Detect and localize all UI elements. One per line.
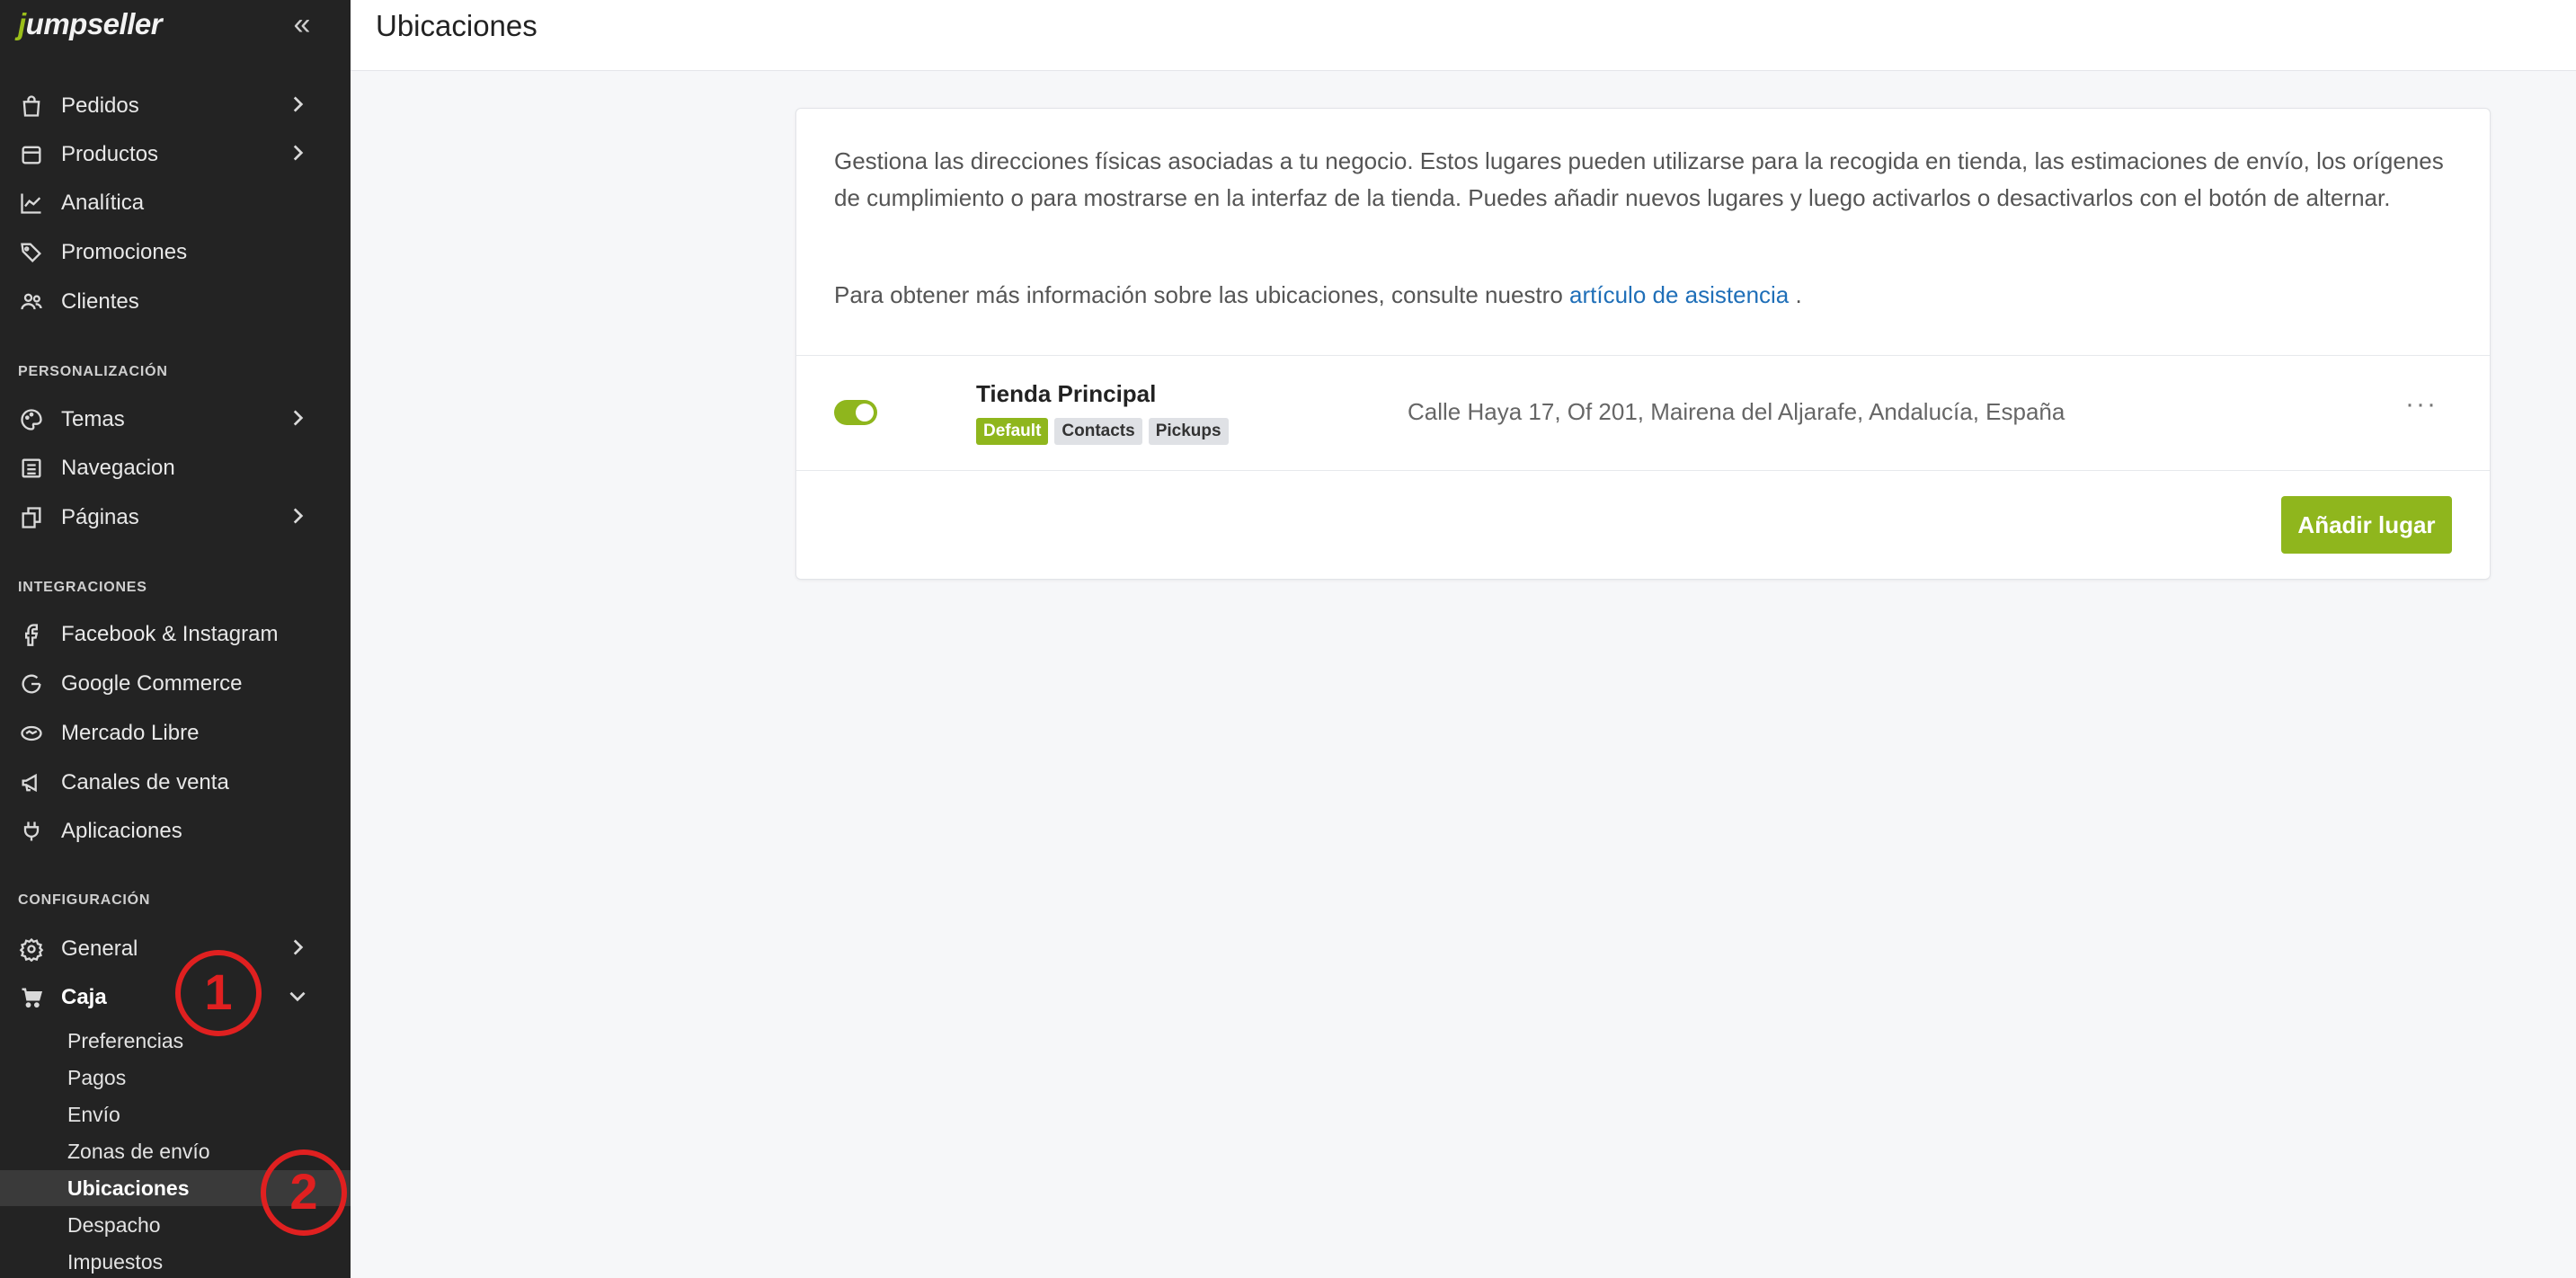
users-icon [18,288,45,315]
sidebar-item-paginas[interactable]: Páginas [0,494,351,541]
gear-icon [18,936,45,963]
double-chevron-left-icon[interactable]: « [286,9,318,43]
sidebar-item-label: Google Commerce [61,671,243,696]
tag-default: Default [976,418,1049,445]
section-title-configuracion: CONFIGURACIÓN [18,892,151,908]
annotation-step-2: 2 [261,1149,347,1236]
sidebar-item-productos[interactable]: Productos [0,131,351,178]
sidebar-subitem-label: Zonas de envío [67,1140,210,1163]
sidebar-item-pedidos[interactable]: Pedidos [0,83,351,129]
sidebar-item-promociones[interactable]: Promociones [0,229,351,276]
page-header: Ubicaciones [351,0,2576,71]
sidebar-subitem-impuestos[interactable]: Impuestos [0,1244,351,1278]
handshake-icon [18,720,45,747]
sidebar-item-canales-de-venta[interactable]: Canales de venta [0,759,351,806]
sidebar-subitem-label: Envío [67,1103,120,1126]
sidebar-item-label: Aplicaciones [61,819,182,843]
sidebar-item-label: General [61,936,138,961]
sidebar: jumpseller « Pedidos Productos Analítica… [0,0,351,1278]
logo-text: umpseller [25,7,163,40]
sidebar-item-google-commerce[interactable]: Google Commerce [0,661,351,707]
shopping-bag-icon [18,93,45,120]
tag-pickups: Pickups [1148,418,1229,445]
sidebar-item-temas[interactable]: Temas [0,396,351,443]
divider [796,470,2490,471]
section-title-integraciones: INTEGRACIONES [18,580,147,595]
help-article-link[interactable]: artículo de asistencia [1569,281,1789,308]
help-info-prefix: Para obtener más información sobre las u… [834,281,1563,308]
section-title-personalizacion: PERSONALIZACIÓN [18,364,168,379]
megaphone-icon [18,769,45,796]
chevron-right-icon [286,406,313,433]
location-row: Tienda Principal Default Contacts Pickup… [796,355,2490,470]
sidebar-item-label: Canales de venta [61,770,229,794]
sidebar-item-label: Navegacion [61,456,175,480]
chevron-right-icon [286,504,313,531]
help-info-suffix: . [1789,281,1802,308]
google-icon [18,670,45,697]
sidebar-item-label: Productos [61,142,159,166]
jumpseller-logo[interactable]: jumpseller [18,7,163,41]
sidebar-item-label: Páginas [61,505,139,529]
sidebar-item-analitica[interactable]: Analítica [0,180,351,226]
more-options-icon[interactable]: ··· [2405,389,2438,420]
sidebar-item-label: Temas [61,407,125,431]
annotation-step-1: 1 [175,950,262,1036]
sidebar-item-aplicaciones[interactable]: Aplicaciones [0,808,351,855]
sidebar-item-label: Pedidos [61,93,139,118]
facebook-icon [18,621,45,648]
locations-card: Gestiona las direcciones físicas asociad… [795,108,2491,580]
sidebar-item-label: Analítica [61,191,145,215]
sidebar-subitem-envio[interactable]: Envío [0,1096,351,1132]
location-name: Tienda Principal [976,380,1157,407]
sidebar-item-general[interactable]: General [0,926,351,972]
locations-description: Gestiona las direcciones físicas asociad… [834,147,2444,211]
location-tags: Default Contacts Pickups [976,418,1229,445]
chevron-right-icon [286,936,313,963]
sidebar-subitem-label: Impuestos [67,1250,164,1274]
toggle-knob [856,404,874,422]
tags-icon [18,239,45,266]
plug-icon [18,818,45,845]
add-location-button[interactable]: Añadir lugar [2281,496,2452,554]
sidebar-subitem-preferencias[interactable]: Preferencias [0,1023,351,1059]
location-enabled-toggle[interactable] [834,400,877,425]
sidebar-item-mercado-libre[interactable]: Mercado Libre [0,710,351,757]
palette-icon [18,406,45,433]
chevron-down-icon [286,984,313,1011]
sidebar-subitem-pagos[interactable]: Pagos [0,1060,351,1096]
sidebar-subitem-label: Preferencias [67,1029,184,1052]
sidebar-item-label: Clientes [61,289,139,314]
sidebar-item-navegacion[interactable]: Navegacion [0,445,351,492]
sidebar-item-clientes[interactable]: Clientes [0,279,351,325]
help-info-text: Para obtener más información sobre las u… [834,281,1802,309]
line-chart-icon [18,190,45,217]
location-address: Calle Haya 17, Of 201, Mairena del Aljar… [1408,398,2065,425]
tag-contacts: Contacts [1054,418,1142,445]
box-icon [18,141,45,168]
pages-icon [18,504,45,531]
sidebar-subitem-label: Ubicaciones [67,1176,190,1200]
chevron-right-icon [286,93,313,120]
sidebar-item-label: Promociones [61,240,188,264]
page-title: Ubicaciones [376,9,537,42]
sidebar-subitem-label: Pagos [67,1066,127,1089]
sidebar-subitem-label: Despacho [67,1213,161,1237]
sidebar-item-label: Caja [61,985,107,1009]
sidebar-item-label: Facebook & Instagram [61,622,279,646]
chevron-right-icon [286,141,313,168]
sidebar-item-facebook-instagram[interactable]: Facebook & Instagram [0,611,351,658]
sidebar-item-label: Mercado Libre [61,721,200,745]
cart-icon [18,984,45,1011]
list-icon [18,455,45,482]
